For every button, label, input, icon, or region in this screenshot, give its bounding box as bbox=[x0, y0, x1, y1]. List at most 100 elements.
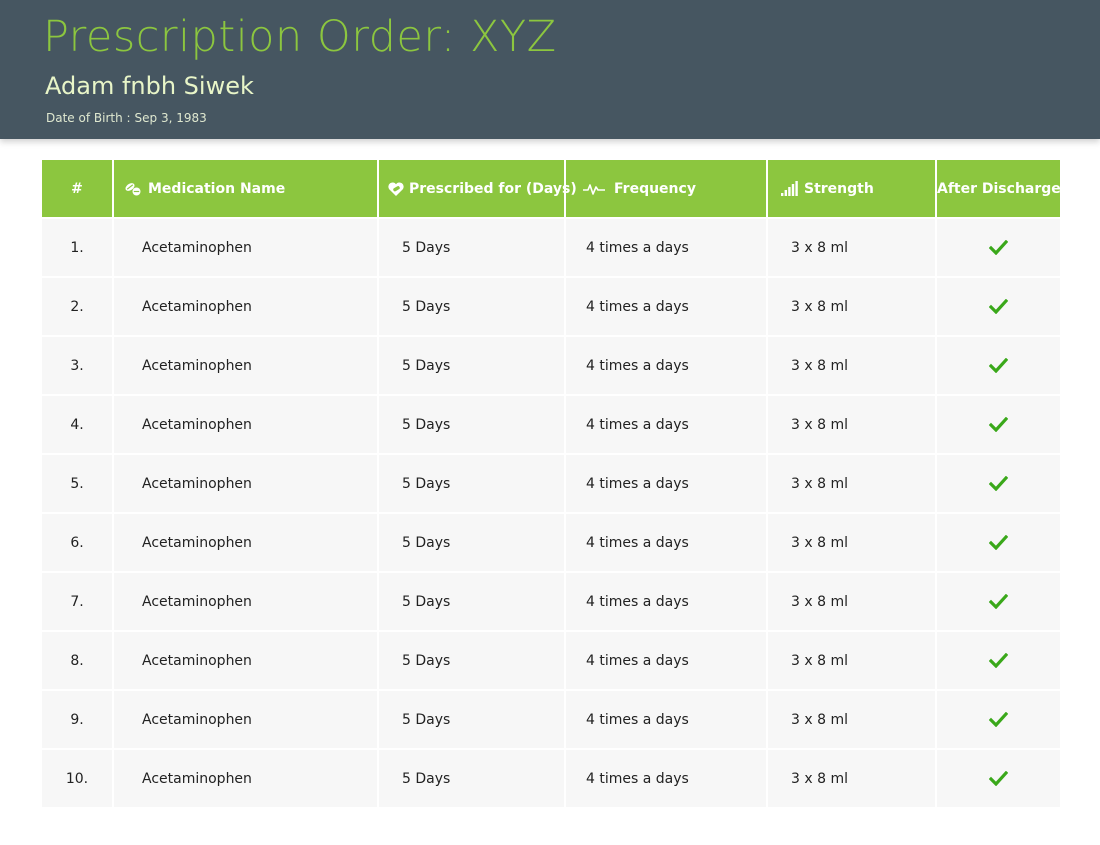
after-discharge-cell bbox=[937, 337, 1060, 394]
column-header-strength: Strength bbox=[768, 160, 935, 217]
table-row: 1. Acetaminophen 5 Days 4 times a days 3… bbox=[42, 219, 1060, 276]
after-discharge-cell bbox=[937, 396, 1060, 453]
strength: 3 x 8 ml bbox=[768, 691, 935, 748]
strength: 3 x 8 ml bbox=[768, 278, 935, 335]
prescription-table: # Medication Name Prescribed for (Days) … bbox=[40, 158, 1062, 809]
column-header-label: Medication Name bbox=[148, 180, 286, 197]
column-header-medication: Medication Name bbox=[114, 160, 377, 217]
prescribed-days: 5 Days bbox=[379, 278, 564, 335]
medication-name: Acetaminophen bbox=[114, 455, 377, 512]
prescribed-days: 5 Days bbox=[379, 514, 564, 571]
after-discharge-cell bbox=[937, 632, 1060, 689]
frequency: 4 times a days bbox=[566, 691, 766, 748]
row-number: 9. bbox=[42, 691, 112, 748]
table-header-row: # Medication Name Prescribed for (Days) … bbox=[42, 160, 1061, 217]
prescribed-days: 5 Days bbox=[379, 396, 564, 453]
medication-name: Acetaminophen bbox=[114, 750, 377, 807]
row-number: 4. bbox=[42, 396, 112, 453]
checkmark-icon bbox=[989, 771, 1008, 786]
row-number: 3. bbox=[42, 337, 112, 394]
strength: 3 x 8 ml bbox=[768, 455, 935, 512]
frequency: 4 times a days bbox=[566, 514, 766, 571]
row-number: 10. bbox=[42, 750, 112, 807]
row-number: 6. bbox=[42, 514, 112, 571]
patient-name: Adam fnbh Siwek bbox=[45, 72, 254, 100]
row-number: 5. bbox=[42, 455, 112, 512]
strength: 3 x 8 ml bbox=[768, 632, 935, 689]
row-number: 2. bbox=[42, 278, 112, 335]
signal-bars-icon bbox=[780, 180, 798, 197]
table-row: 6. Acetaminophen 5 Days 4 times a days 3… bbox=[42, 514, 1060, 571]
medication-name: Acetaminophen bbox=[114, 691, 377, 748]
date-of-birth: Date of Birth : Sep 3, 1983 bbox=[46, 111, 211, 125]
frequency: 4 times a days bbox=[566, 396, 766, 453]
column-header-label: After Discharge bbox=[937, 180, 1061, 197]
checkmark-icon bbox=[989, 594, 1008, 609]
checkmark-icon bbox=[989, 712, 1008, 727]
after-discharge-cell bbox=[937, 514, 1060, 571]
column-header-after-discharge: After Discharge bbox=[937, 160, 1061, 217]
prescribed-days: 5 Days bbox=[379, 573, 564, 630]
dob-value: Sep 3, 1983 bbox=[134, 111, 207, 125]
checkmark-icon bbox=[989, 299, 1008, 314]
strength: 3 x 8 ml bbox=[768, 337, 935, 394]
heart-pill-icon bbox=[387, 181, 405, 197]
pills-icon bbox=[124, 181, 142, 197]
checkmark-icon bbox=[989, 417, 1008, 432]
frequency: 4 times a days bbox=[566, 750, 766, 807]
prescribed-days: 5 Days bbox=[379, 632, 564, 689]
after-discharge-cell bbox=[937, 750, 1060, 807]
table-row: 7. Acetaminophen 5 Days 4 times a days 3… bbox=[42, 573, 1060, 630]
table-row: 3. Acetaminophen 5 Days 4 times a days 3… bbox=[42, 337, 1060, 394]
table-row: 5. Acetaminophen 5 Days 4 times a days 3… bbox=[42, 455, 1060, 512]
table-row: 10. Acetaminophen 5 Days 4 times a days … bbox=[42, 750, 1060, 807]
frequency: 4 times a days bbox=[566, 455, 766, 512]
page-header: Prescription Order: XYZ Adam fnbh Siwek … bbox=[0, 0, 1100, 139]
checkmark-icon bbox=[989, 535, 1008, 550]
checkmark-icon bbox=[989, 476, 1008, 491]
medication-name: Acetaminophen bbox=[114, 278, 377, 335]
medication-name: Acetaminophen bbox=[114, 573, 377, 630]
table-row: 4. Acetaminophen 5 Days 4 times a days 3… bbox=[42, 396, 1060, 453]
after-discharge-cell bbox=[937, 219, 1060, 276]
frequency: 4 times a days bbox=[566, 337, 766, 394]
medication-name: Acetaminophen bbox=[114, 396, 377, 453]
prescribed-days: 5 Days bbox=[379, 455, 564, 512]
strength: 3 x 8 ml bbox=[768, 396, 935, 453]
after-discharge-cell bbox=[937, 455, 1060, 512]
frequency: 4 times a days bbox=[566, 632, 766, 689]
column-header-label: # bbox=[71, 180, 83, 197]
dob-label: Date of Birth : bbox=[46, 111, 131, 125]
strength: 3 x 8 ml bbox=[768, 573, 935, 630]
row-number: 1. bbox=[42, 219, 112, 276]
column-header-label: Strength bbox=[804, 180, 874, 197]
prescribed-days: 5 Days bbox=[379, 691, 564, 748]
table-row: 2. Acetaminophen 5 Days 4 times a days 3… bbox=[42, 278, 1060, 335]
strength: 3 x 8 ml bbox=[768, 750, 935, 807]
frequency: 4 times a days bbox=[566, 278, 766, 335]
checkmark-icon bbox=[989, 240, 1008, 255]
column-header-label: Prescribed for (Days) bbox=[409, 180, 577, 197]
medication-name: Acetaminophen bbox=[114, 337, 377, 394]
row-number: 8. bbox=[42, 632, 112, 689]
frequency: 4 times a days bbox=[566, 219, 766, 276]
medication-name: Acetaminophen bbox=[114, 219, 377, 276]
after-discharge-cell bbox=[937, 573, 1060, 630]
checkmark-icon bbox=[989, 653, 1008, 668]
table-row: 9. Acetaminophen 5 Days 4 times a days 3… bbox=[42, 691, 1060, 748]
page-title: Prescription Order: XYZ bbox=[43, 12, 557, 62]
frequency: 4 times a days bbox=[566, 573, 766, 630]
prescribed-days: 5 Days bbox=[379, 337, 564, 394]
pulse-icon bbox=[582, 181, 606, 197]
after-discharge-cell bbox=[937, 691, 1060, 748]
column-header-frequency: Frequency bbox=[566, 160, 766, 217]
strength: 3 x 8 ml bbox=[768, 514, 935, 571]
row-number: 7. bbox=[42, 573, 112, 630]
column-header-days: Prescribed for (Days) bbox=[379, 160, 577, 217]
after-discharge-cell bbox=[937, 278, 1060, 335]
column-header-number: # bbox=[42, 160, 112, 217]
column-header-label: Frequency bbox=[614, 180, 696, 197]
strength: 3 x 8 ml bbox=[768, 219, 935, 276]
checkmark-icon bbox=[989, 358, 1008, 373]
medication-name: Acetaminophen bbox=[114, 632, 377, 689]
